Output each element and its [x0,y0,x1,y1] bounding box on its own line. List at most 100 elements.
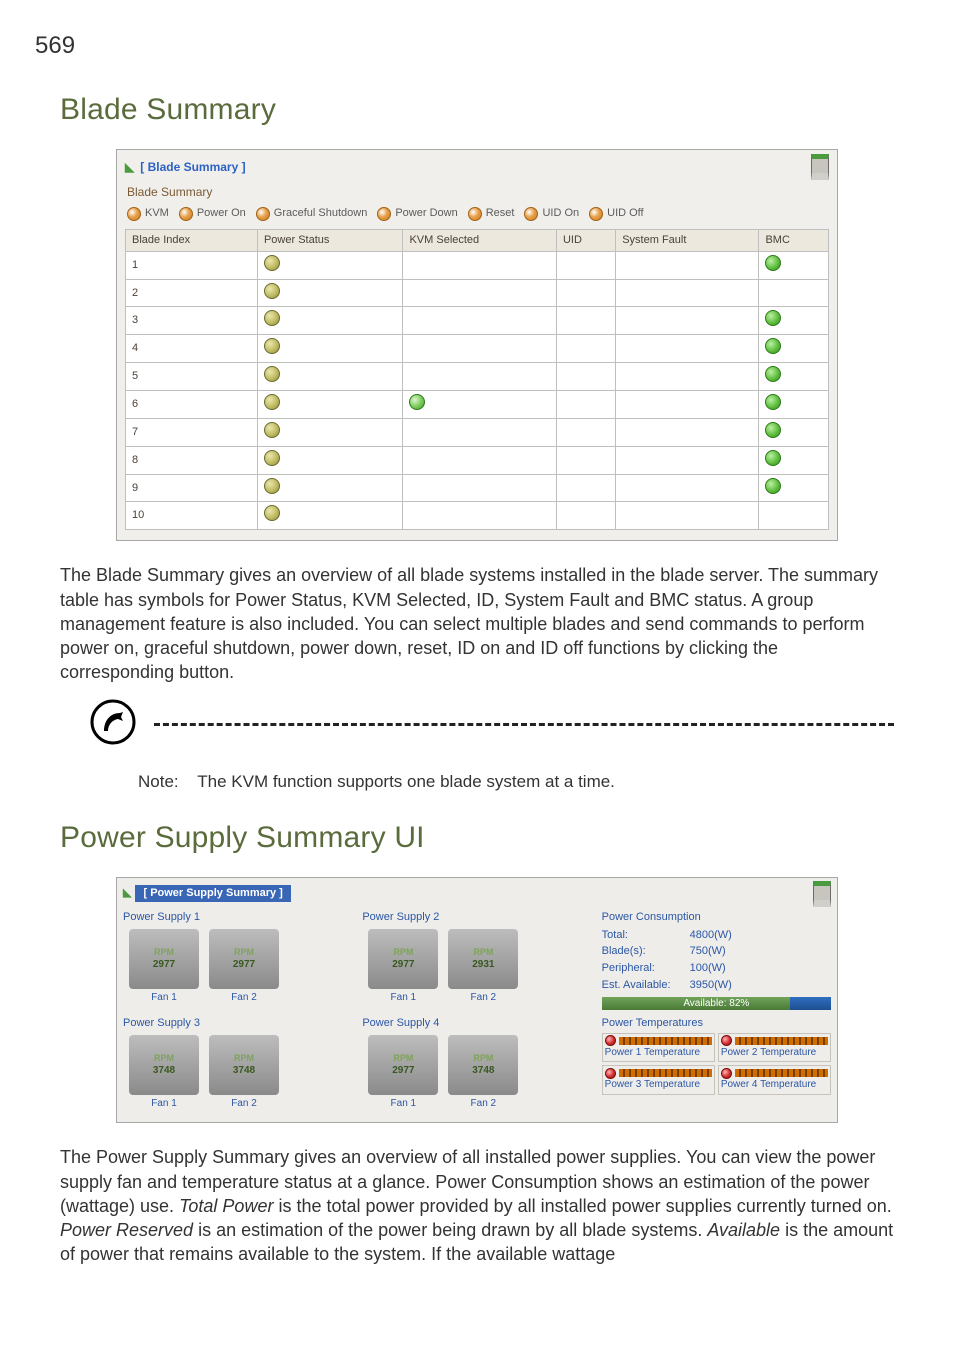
cell-kvm-selected [403,363,556,391]
cell-blade-index: 8 [126,446,258,474]
col-kvm-selected: KVM Selected [403,229,556,251]
blade-summary-screenshot: ◣ [ Blade Summary ] Blade Summary KVM Po… [116,149,838,541]
bmc-ok-icon [765,450,781,466]
power-consumption-title: Power Consumption [602,908,831,927]
psu4-fan2-label: Fan 2 [448,1097,518,1111]
power-temperatures-title: Power Temperatures [602,1014,831,1033]
cell-uid [556,390,615,418]
cell-system-fault [616,279,759,307]
blade-summary-subtitle: Blade Summary [117,182,837,202]
gauge-icon: RPM 3748 [448,1035,518,1095]
cell-uid [556,502,615,530]
rpm-label: RPM [473,946,493,958]
cell-kvm-selected [403,446,556,474]
psu1-fan2-label: Fan 2 [209,991,279,1005]
cell-power-status [257,279,403,307]
temp2-label: Power 2 Temperature [721,1046,828,1060]
temp-box: Power 4 Temperature [718,1065,831,1095]
psu1-fan2-rpm: 2977 [233,958,255,972]
psu4-fan2-rpm: 3748 [472,1064,494,1078]
temp-box: Power 2 Temperature [718,1033,831,1063]
expand-icon: ◣ [125,159,134,175]
rpm-label: RPM [234,946,254,958]
cell-uid [556,279,615,307]
cell-kvm-selected [403,474,556,502]
temp-led-icon [721,1068,732,1079]
cell-kvm-selected [403,418,556,446]
rpm-label: RPM [393,1052,413,1064]
cell-kvm-selected [403,390,556,418]
power-status-icon [264,394,280,410]
power-status-icon [264,450,280,466]
cell-power-status [257,418,403,446]
psu1-fan1-rpm: 2977 [153,958,175,972]
table-row: 8 [126,446,829,474]
power-status-icon [264,505,280,521]
table-row: 7 [126,418,829,446]
section-title-blade-summary: Blade Summary [60,90,894,131]
cell-system-fault [616,363,759,391]
temp3-label: Power 3 Temperature [605,1078,712,1092]
cell-blade-index: 5 [126,363,258,391]
pc-avail-key: Est. Available: [602,978,680,993]
power-status-icon [264,338,280,354]
cell-power-status [257,307,403,335]
power-status-icon [264,366,280,382]
gauge-icon: RPM 2931 [448,929,518,989]
cell-kvm-selected [403,335,556,363]
cell-system-fault [616,390,759,418]
cell-bmc [759,502,829,530]
power-supply-description: The Power Supply Summary gives an overvi… [60,1145,894,1266]
cell-uid [556,418,615,446]
temp-led-icon [605,1035,616,1046]
cell-power-status [257,502,403,530]
table-row: 6 [126,390,829,418]
gauge-icon: RPM 2977 [368,929,438,989]
cell-blade-index: 2 [126,279,258,307]
legend-uid-on: UID On [542,206,579,221]
bmc-ok-icon [765,255,781,271]
section-title-power-supply: Power Supply Summary UI [60,818,894,859]
cell-blade-index: 9 [126,474,258,502]
power-status-icon [264,478,280,494]
term-total-power: Total Power [179,1196,273,1216]
temp-led-icon [721,1035,732,1046]
table-row: 3 [126,307,829,335]
blade-table: Blade Index Power Status KVM Selected UI… [125,229,829,530]
legend-dot-icon [468,207,482,221]
cell-bmc [759,390,829,418]
cell-power-status [257,446,403,474]
cell-blade-index: 10 [126,502,258,530]
cell-bmc [759,446,829,474]
blade-summary-title: [ Blade Summary ] [140,159,245,175]
psu1-fan1-label: Fan 1 [129,991,199,1005]
bmc-ok-icon [765,422,781,438]
cell-uid [556,251,615,279]
meter-text: Available: 82% [683,997,749,1010]
cell-bmc [759,474,829,502]
kvm-selected-icon [409,394,425,410]
psu4-fan1-label: Fan 1 [368,1097,438,1111]
cell-bmc [759,363,829,391]
psu-title: [ Power Supply Summary ] [135,885,290,902]
legend-power-on: Power On [197,206,246,221]
bmc-ok-icon [765,310,781,326]
legend-dot-icon [524,207,538,221]
pc-avail-val: 3950(W) [690,978,732,993]
cell-kvm-selected [403,502,556,530]
legend-dot-icon [377,207,391,221]
temp-box: Power 3 Temperature [602,1065,715,1095]
term-power-reserved: Power Reserved [60,1220,193,1240]
pc-periph-val: 100(W) [690,961,726,976]
cell-blade-index: 4 [126,335,258,363]
bmc-ok-icon [765,366,781,382]
blade-summary-description: The Blade Summary gives an overview of a… [60,563,894,684]
cell-bmc [759,279,829,307]
rpm-label: RPM [393,946,413,958]
cell-blade-index: 7 [126,418,258,446]
cell-bmc [759,418,829,446]
cell-uid [556,335,615,363]
psu3-fan2-label: Fan 2 [209,1097,279,1111]
gauge-icon: RPM 2977 [209,929,279,989]
col-uid: UID [556,229,615,251]
